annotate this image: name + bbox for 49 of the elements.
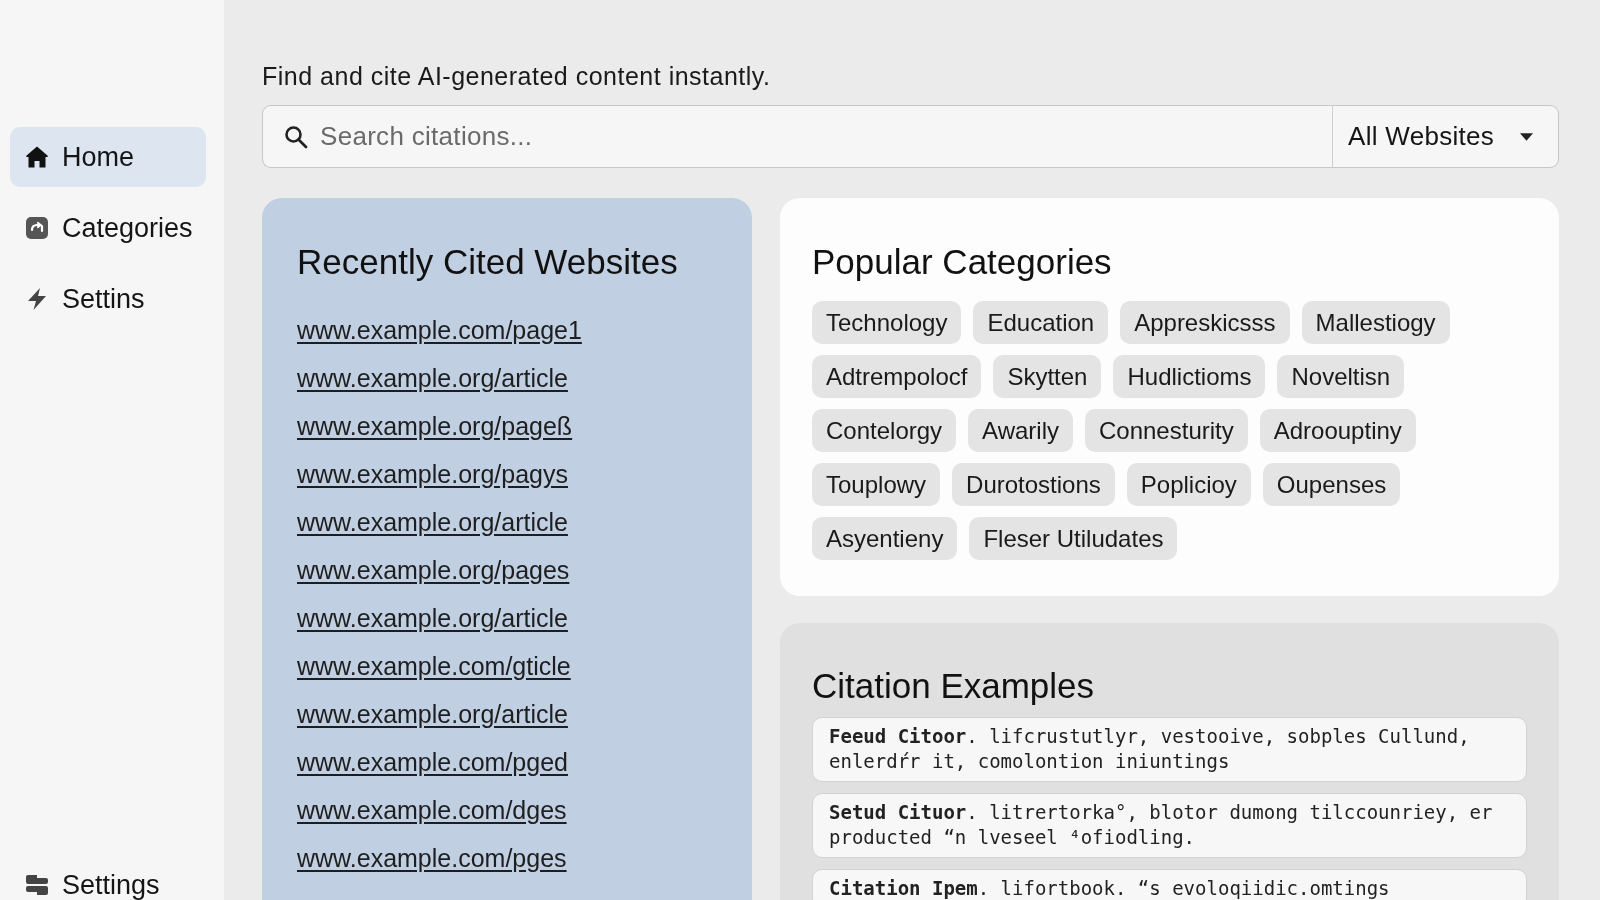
sidebar-item[interactable]: Home bbox=[10, 127, 206, 187]
site-link[interactable]: www.example.org/pages bbox=[297, 556, 570, 585]
citation-example: Feeud Citoor. lifcrustutlyr, vestooive, sobples Cullund, enlerdŕr it, comolontion iniuntings bbox=[812, 717, 1527, 782]
category-tag[interactable]: Connesturity bbox=[1085, 409, 1248, 452]
category-tag[interactable]: Durotostions bbox=[952, 463, 1115, 506]
site-link[interactable]: www.example.org/article bbox=[297, 604, 568, 633]
category-tag[interactable]: Fleser Utiludates bbox=[969, 517, 1178, 560]
site-link[interactable]: www.example.org/article bbox=[297, 364, 568, 393]
scope-dropdown[interactable]: All Websites bbox=[1333, 105, 1559, 168]
site-link[interactable]: www.example.org/article bbox=[297, 508, 568, 537]
site-link[interactable]: www.example.com/pges bbox=[297, 844, 567, 873]
category-tag[interactable]: Adtrempolocf bbox=[812, 355, 982, 398]
site-link[interactable]: www.example.com/ɡticle bbox=[297, 652, 571, 681]
category-tag[interactable]: Appreskicsss bbox=[1120, 301, 1290, 344]
category-tag[interactable]: Touplowy bbox=[812, 463, 941, 506]
citation-example: Setud Cituor. litrertorka°, blotor dumong tilccounriey, er producted “n lveseel ⁴ofiodling. bbox=[812, 793, 1527, 858]
panel-title: Citation Examples bbox=[812, 666, 1095, 706]
square-icon bbox=[25, 216, 49, 240]
site-link[interactable]: www.example.com/dges bbox=[297, 796, 567, 825]
site-link[interactable]: www.example.org/pagys bbox=[297, 460, 568, 489]
site-link[interactable]: www.example.com/pged bbox=[297, 748, 568, 777]
sliders-icon bbox=[25, 873, 49, 897]
tagline: Find and cite AI-generated content instantly. bbox=[262, 61, 771, 91]
site-link[interactable]: www.example.org/article bbox=[297, 700, 568, 729]
category-tag[interactable]: Noveltisn bbox=[1277, 355, 1405, 398]
category-tag[interactable]: Skytten bbox=[993, 355, 1102, 398]
sidebar-item[interactable]: Settins bbox=[10, 269, 206, 329]
category-tag[interactable]: Hudlictioms bbox=[1113, 355, 1266, 398]
category-tag[interactable]: Oupenses bbox=[1262, 463, 1401, 506]
category-tag[interactable]: Poplicioy bbox=[1126, 463, 1251, 506]
citation-example: Citation Ipem. lifortbook. “s evoloqiidic.omtings bbox=[812, 869, 1527, 900]
category-tag[interactable]: Technology bbox=[812, 301, 962, 344]
panel-title: Recently Cited Websites bbox=[297, 242, 678, 282]
category-tag[interactable]: Mallestiogy bbox=[1301, 301, 1450, 344]
site-link[interactable]: www.example.org/pageß bbox=[297, 412, 573, 441]
category-tag[interactable]: Education bbox=[973, 301, 1109, 344]
category-tag[interactable]: Contelorgy bbox=[812, 409, 957, 452]
search-icon bbox=[284, 125, 308, 149]
category-tag[interactable]: Asyentieny bbox=[812, 517, 958, 560]
home-icon bbox=[25, 145, 49, 169]
sidebar-item[interactable]: Settings bbox=[10, 870, 206, 900]
site-link[interactable]: www.example.com/page1 bbox=[297, 316, 582, 345]
sidebar-item[interactable]: Categories bbox=[10, 198, 206, 258]
panel-title: Popular Categories bbox=[812, 242, 1112, 282]
lightning-icon bbox=[25, 287, 49, 311]
caret-icon bbox=[1520, 132, 1533, 141]
search-field[interactable]: Search citations... bbox=[262, 105, 1333, 168]
category-tag[interactable]: Adroouptiny bbox=[1259, 409, 1416, 452]
category-tag[interactable]: Awarily bbox=[968, 409, 1073, 452]
